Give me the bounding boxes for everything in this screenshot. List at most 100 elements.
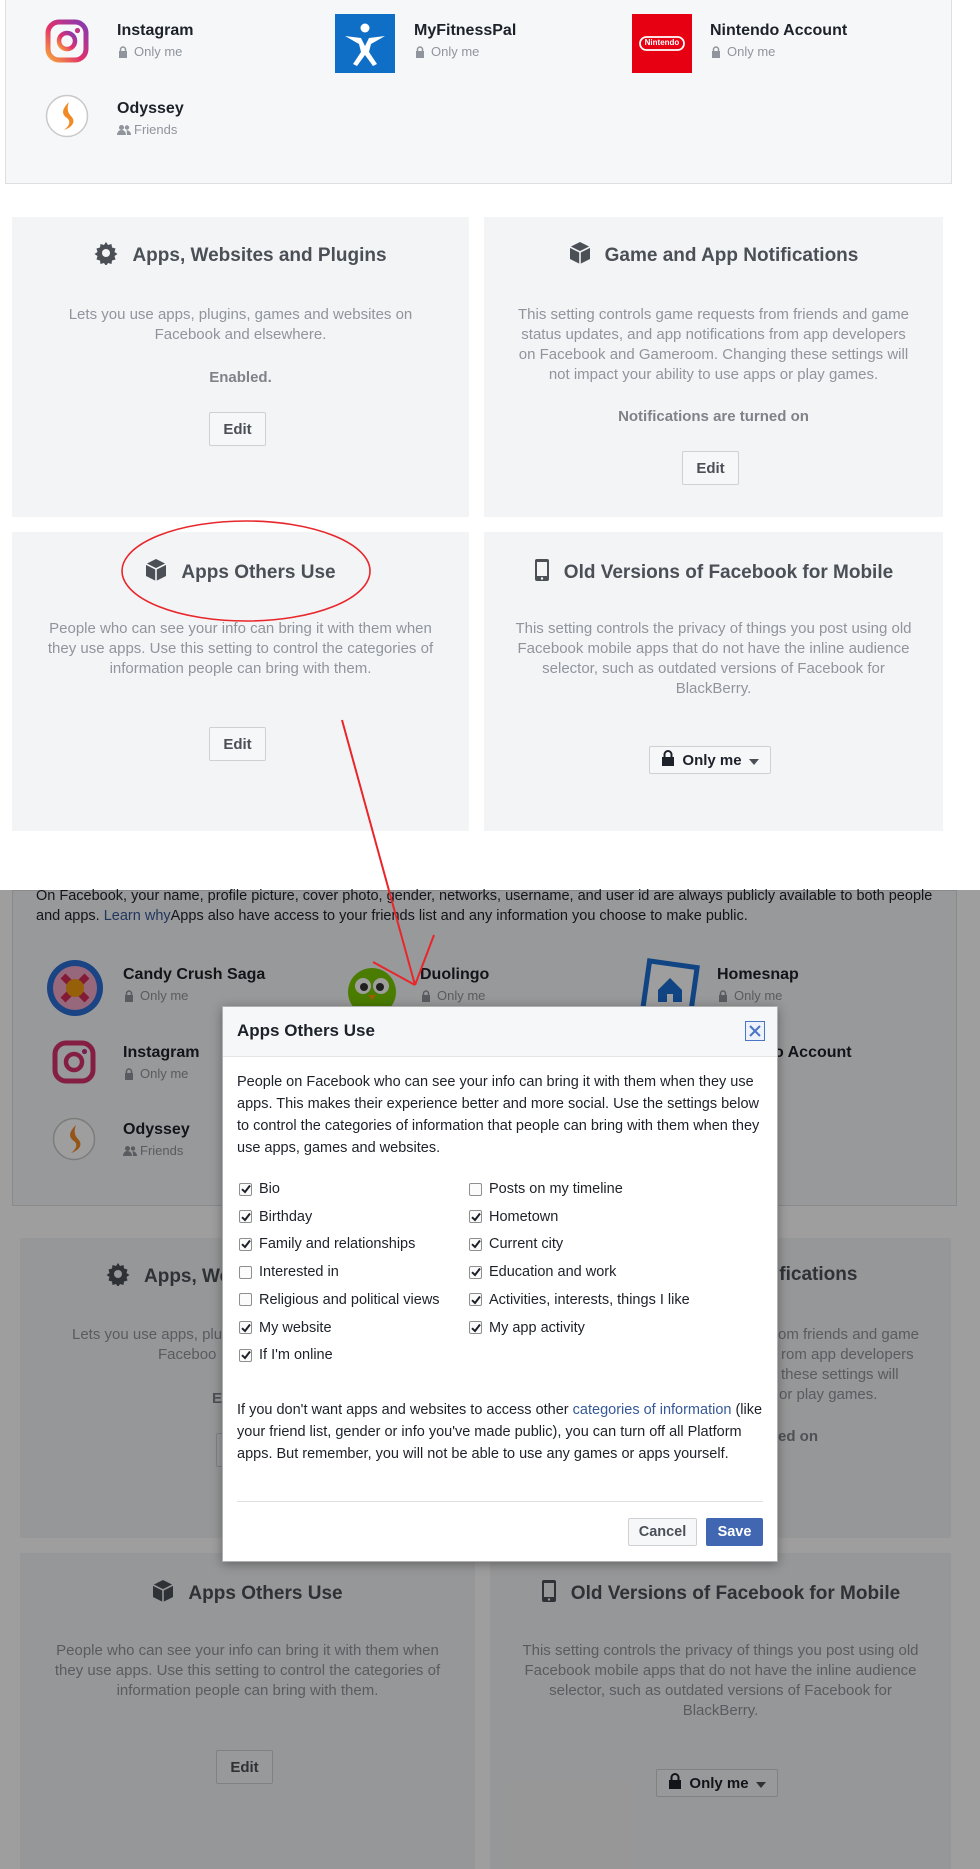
edit-button[interactable]: Edit [682, 451, 739, 485]
caret-down-icon [748, 752, 759, 769]
lock-icon [117, 45, 129, 58]
nintendo-logo-text: Nintendo [644, 38, 680, 47]
lock-icon [710, 45, 722, 58]
audience-selector-button[interactable]: Only me [649, 746, 771, 774]
audience-label: Only me [682, 751, 742, 769]
app-name: Instagram [117, 22, 194, 39]
close-icon [749, 1025, 761, 1037]
privacy-label: Only me [727, 44, 776, 59]
card-title: Old Versions of Facebook for Mobile [563, 561, 894, 583]
checkmark-icon [240, 1351, 251, 1360]
option-checkbox-row[interactable]: Family and relationships [239, 1236, 415, 1252]
card-title: Game and App Notifications [604, 244, 859, 266]
checkmark-icon [470, 1267, 481, 1277]
app-item-nintendo[interactable]: Nintendo Nintendo Account Only me [632, 14, 912, 74]
gear-icon [94, 241, 118, 270]
nintendo-icon: Nintendo [632, 14, 692, 73]
checkbox-checked[interactable] [239, 1321, 252, 1334]
cube-icon [145, 558, 167, 587]
card-description: This setting controls the privacy of thi… [515, 620, 912, 697]
categories-link[interactable]: categories of information [573, 1402, 732, 1418]
save-button[interactable]: Save [706, 1518, 763, 1546]
option-checkbox-row[interactable]: Current city [469, 1236, 563, 1252]
option-label: Posts on my timeline [489, 1181, 623, 1197]
option-label: Education and work [489, 1264, 617, 1281]
checkbox-checked[interactable] [469, 1237, 482, 1251]
checkbox-unchecked[interactable] [469, 1182, 482, 1196]
edit-button[interactable]: Edit [209, 727, 266, 761]
instagram-icon [45, 19, 89, 63]
card-status: Notifications are turned on [618, 408, 809, 425]
checkbox-checked[interactable] [469, 1210, 482, 1224]
checkmark-icon [470, 1295, 481, 1305]
checkbox-checked[interactable] [239, 1348, 252, 1362]
app-item-odyssey[interactable]: Odyssey Friends [45, 94, 305, 144]
cancel-button[interactable]: Cancel [628, 1518, 697, 1546]
option-checkbox-row[interactable]: Posts on my timeline [469, 1181, 623, 1197]
option-checkbox-row[interactable]: Interested in [239, 1264, 339, 1280]
lock-icon [414, 45, 426, 58]
option-checkbox-row[interactable]: Birthday [239, 1209, 312, 1225]
dialog-header: Apps Others Use [223, 1007, 777, 1057]
apps-others-use-dialog: Apps Others Use People on Facebook who c… [222, 1006, 778, 1562]
option-label: My app activity [489, 1319, 585, 1336]
option-checkbox-row[interactable]: Education and work [469, 1264, 616, 1280]
option-checkbox-row[interactable]: Religious and political views [239, 1292, 440, 1308]
checkmark-icon [470, 1212, 481, 1222]
card-description: Lets you use apps, plugins, games and we… [68, 306, 413, 343]
dialog-intro: People on Facebook who can see your info… [237, 1074, 760, 1156]
option-checkbox-row[interactable]: My app activity [469, 1320, 585, 1336]
checkbox-checked[interactable] [469, 1321, 482, 1334]
option-checkbox-row[interactable]: Activities, interests, things I like [469, 1292, 690, 1308]
checkmark-icon [240, 1323, 251, 1332]
app-name: Nintendo Account [710, 22, 848, 39]
option-label: My website [259, 1319, 332, 1336]
checkmark-icon [470, 1240, 481, 1249]
checkbox-unchecked[interactable] [239, 1293, 252, 1307]
card-old-versions-mobile: Old Versions of Facebook for Mobile This… [484, 532, 943, 831]
card-apps-websites-plugins: Apps, Websites and Plugins Lets you use … [12, 217, 469, 517]
dialog-divider [237, 1501, 763, 1502]
option-checkbox-row[interactable]: Bio [239, 1181, 280, 1197]
dialog-note: If you don't want apps and websites to a… [237, 1399, 767, 1465]
myfitnesspal-icon [335, 14, 395, 73]
option-label: Family and relationships [259, 1236, 416, 1253]
card-description: People who can see your info can bring i… [47, 620, 434, 677]
option-label: Activities, interests, things I like [489, 1291, 690, 1308]
privacy-label: Friends [134, 122, 178, 137]
app-item-instagram[interactable]: Instagram Only me [45, 14, 305, 64]
option-label: If I'm online [259, 1347, 333, 1364]
checkbox-checked[interactable] [239, 1182, 252, 1196]
card-title: Apps, Websites and Plugins [132, 244, 387, 266]
checkbox-checked[interactable] [469, 1265, 482, 1279]
edit-button[interactable]: Edit [209, 412, 266, 446]
app-item-myfitnesspal[interactable]: MyFitnessPal Only me [335, 14, 595, 74]
app-name: MyFitnessPal [414, 22, 517, 39]
option-label: Birthday [259, 1208, 313, 1225]
option-checkbox-row[interactable]: My website [239, 1320, 332, 1336]
option-label: Hometown [489, 1208, 559, 1225]
privacy-label: Only me [431, 44, 480, 59]
checkmark-icon [470, 1323, 481, 1332]
checkbox-checked[interactable] [239, 1210, 252, 1224]
mobile-phone-icon [534, 558, 550, 587]
checkmark-icon [240, 1240, 251, 1249]
option-label: Current city [489, 1236, 564, 1253]
checkbox-checked[interactable] [469, 1293, 482, 1307]
checkbox-checked[interactable] [239, 1237, 252, 1251]
option-label: Bio [259, 1181, 280, 1197]
option-checkbox-row[interactable]: If I'm online [239, 1347, 333, 1363]
card-description: This setting controls game requests from… [517, 306, 910, 383]
card-apps-others-use: Apps Others Use People who can see your … [12, 532, 469, 831]
app-name: Odyssey [117, 100, 184, 117]
option-checkbox-row[interactable]: Hometown [469, 1209, 558, 1225]
cube-icon [569, 241, 591, 270]
option-label: Interested in [259, 1264, 339, 1281]
friends-icon [117, 124, 131, 136]
checkmark-icon [240, 1184, 251, 1194]
card-game-app-notifications: Game and App Notifications This setting … [484, 217, 943, 517]
lock-icon [661, 750, 675, 770]
close-button[interactable] [745, 1021, 765, 1041]
checkbox-unchecked[interactable] [239, 1265, 252, 1279]
note-text: If you don't want apps and websites to a… [237, 1402, 573, 1418]
